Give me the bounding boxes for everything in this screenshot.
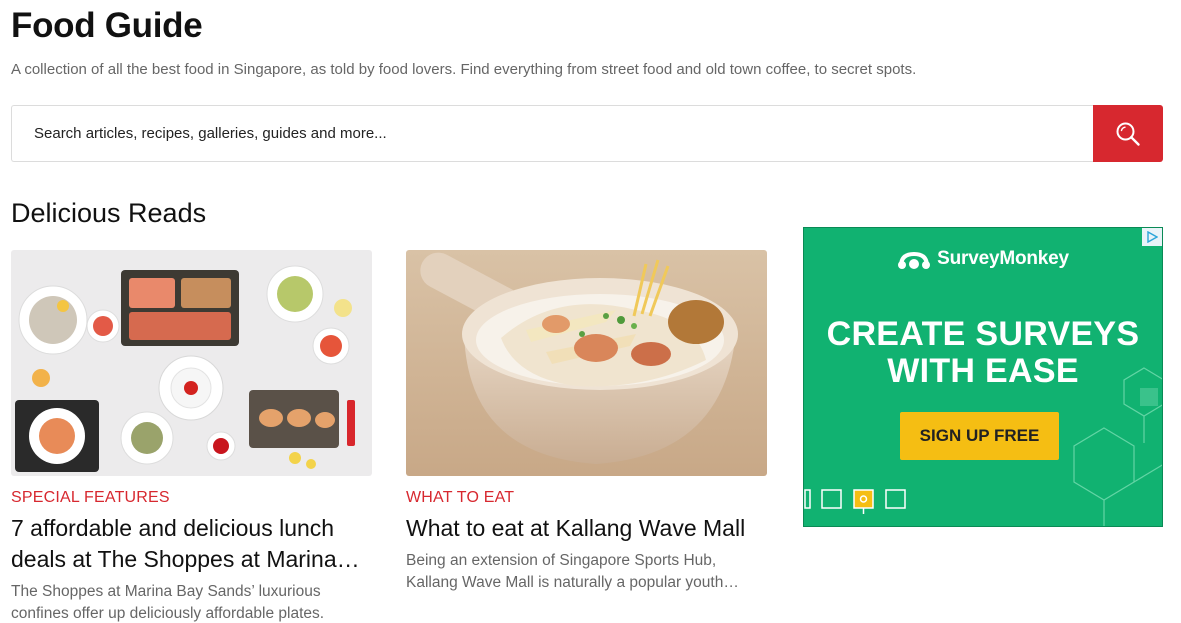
ad-headline-line: WITH EASE bbox=[887, 352, 1079, 390]
play-triangle-icon bbox=[1147, 231, 1158, 243]
article-title[interactable]: What to eat at Kallang Wave Mall bbox=[406, 513, 767, 544]
page-title: Food Guide bbox=[11, 6, 203, 45]
search-input[interactable] bbox=[11, 105, 1093, 162]
search-button[interactable] bbox=[1093, 105, 1163, 162]
ad-headline: CREATE SURVEYS WITH EASE bbox=[804, 316, 1162, 390]
article-category[interactable]: WHAT TO EAT bbox=[406, 489, 767, 507]
advertisement-banner[interactable]: SurveyMonkey CREATE SURVEYS WITH EASE SI… bbox=[803, 227, 1163, 527]
page-description: A collection of all the best food in Sin… bbox=[11, 61, 917, 78]
article-title[interactable]: 7 affordable and delicious lunch deals a… bbox=[11, 513, 372, 575]
article-card[interactable]: SPECIAL FEATURES 7 affordable and delici… bbox=[11, 250, 372, 623]
article-excerpt: Being an extension of Singapore Sports H… bbox=[406, 552, 724, 591]
article-image[interactable] bbox=[406, 250, 767, 476]
article-image[interactable] bbox=[11, 250, 372, 476]
article-card[interactable]: WHAT TO EAT What to eat at Kallang Wave … bbox=[406, 250, 767, 594]
article-excerpt: The Shoppes at Marina Bay Sands’ luxurio… bbox=[11, 583, 325, 622]
article-category[interactable]: SPECIAL FEATURES bbox=[11, 489, 372, 507]
carousel-indicators bbox=[804, 489, 906, 514]
ad-brand-name: SurveyMonkey bbox=[937, 248, 1069, 269]
search-bar bbox=[11, 105, 1163, 162]
search-icon bbox=[1116, 122, 1140, 146]
adchoices-icon[interactable] bbox=[1142, 228, 1162, 246]
ad-brand-logo: SurveyMonkey bbox=[804, 248, 1162, 270]
surveymonkey-logo-icon bbox=[898, 251, 931, 269]
ad-headline-line: CREATE SURVEYS bbox=[826, 315, 1140, 353]
section-title: Delicious Reads bbox=[11, 198, 207, 228]
ad-signup-button[interactable]: SIGN UP FREE bbox=[900, 412, 1059, 460]
